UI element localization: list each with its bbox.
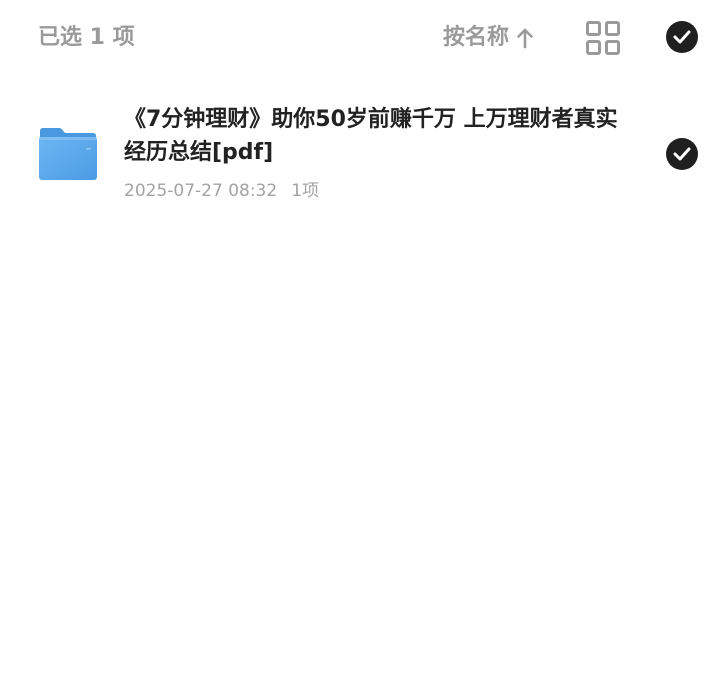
select-all-button[interactable]: [666, 21, 700, 55]
file-date: 2025-07-27 08:32: [124, 181, 278, 201]
file-name: 《7分钟理财》助你50岁前赚千万 上万理财者真实经历总结[pdf]: [124, 107, 618, 165]
selection-toolbar: 已选 1 项 按名称: [0, 0, 714, 76]
folder-icon: [38, 127, 98, 181]
file-select-checkbox[interactable]: [666, 138, 700, 172]
sort-by-name-button[interactable]: 按名称: [443, 22, 535, 54]
grid-view-icon: [585, 21, 621, 59]
arrow-up-icon: [515, 27, 535, 49]
grid-view-button[interactable]: [585, 21, 621, 55]
file-info: 《7分钟理财》助你50岁前赚千万 上万理财者真实经历总结[pdf] 2025-0…: [124, 103, 634, 203]
file-meta: 2025-07-27 08:32 1项: [124, 179, 634, 203]
check-circle-icon: [666, 21, 698, 53]
file-item-count: 1项: [291, 181, 320, 201]
file-row[interactable]: 《7分钟理财》助你50岁前赚千万 上万理财者真实经历总结[pdf] 2025-0…: [0, 96, 714, 216]
sort-label: 按名称: [443, 25, 510, 50]
selected-count-label: 已选 1 项: [38, 25, 135, 50]
check-circle-icon: [666, 138, 698, 170]
